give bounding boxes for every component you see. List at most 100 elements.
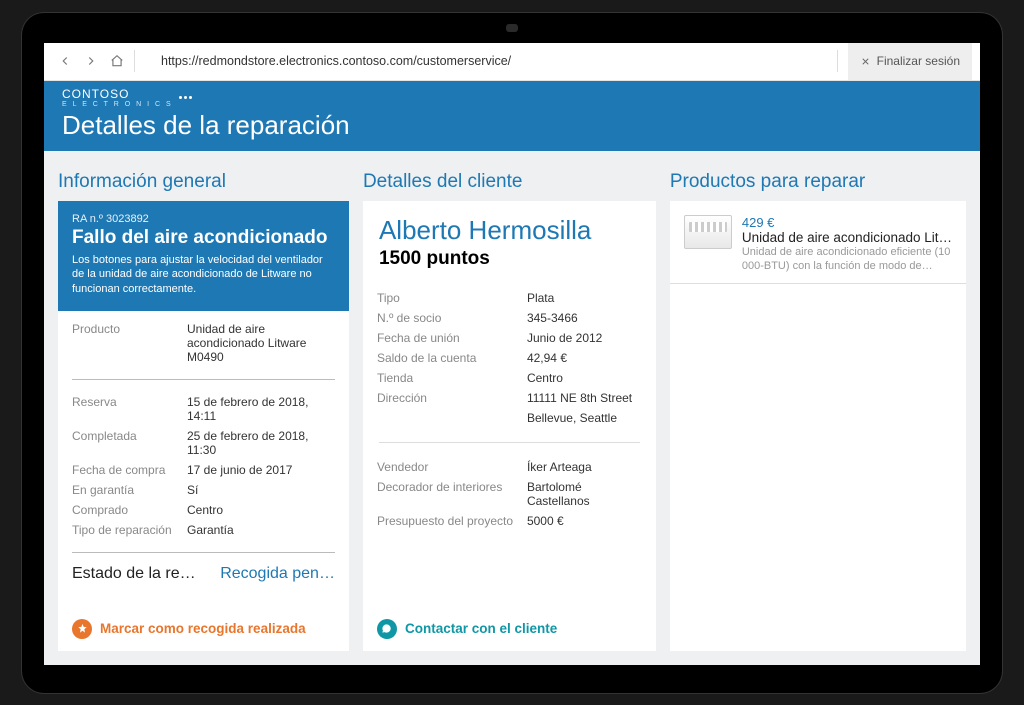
mark-collected-button[interactable]: Marcar como recogida realizada <box>58 607 349 651</box>
value: 25 de febrero de 2018, 11:30 <box>187 429 335 457</box>
ra-number: RA n.º 3023892 <box>72 213 335 225</box>
kv-row: Completada 25 de febrero de 2018, 11:30 <box>72 426 335 460</box>
kv-row: Dirección 11111 NE 8th Street <box>377 388 642 408</box>
value: Íker Arteaga <box>527 460 592 474</box>
value: 42,94 € <box>527 351 567 365</box>
close-session-label: Finalizar sesión <box>877 54 960 68</box>
forward-button[interactable] <box>78 48 104 74</box>
kv-row: Saldo de la cuenta 42,94 € <box>377 348 642 368</box>
mark-collected-label: Marcar como recogida realizada <box>100 621 306 636</box>
content-columns: Información general RA n.º 3023892 Fallo… <box>44 151 980 665</box>
ra-description: Los botones para ajustar la velocidad de… <box>72 253 335 298</box>
kv-row: Tipo de reparación Garantía <box>72 520 335 540</box>
products-heading: Productos para reparar <box>670 165 966 201</box>
product-item[interactable]: 429 € Unidad de aire acondicionado Lit… … <box>670 201 966 285</box>
label: Fecha de unión <box>377 331 527 345</box>
page-banner: CONTOSO E L E C T R O N I C S Detalles d… <box>44 81 980 151</box>
label: Reserva <box>72 395 187 423</box>
value: 11111 NE 8th Street <box>527 391 632 405</box>
separator <box>134 50 135 72</box>
brand-logo: CONTOSO E L E C T R O N I C S <box>62 87 962 108</box>
label: Tipo <box>377 291 527 305</box>
kv-row: Tipo Plata <box>377 288 642 308</box>
value: 345-3466 <box>527 311 578 325</box>
contact-icon <box>377 619 397 639</box>
tablet-camera <box>506 24 518 32</box>
browser-topbar: https://redmondstore.electronics.contoso… <box>44 43 980 81</box>
general-heading: Información general <box>58 165 349 201</box>
label: Fecha de compra <box>72 463 187 477</box>
tablet-frame: https://redmondstore.electronics.contoso… <box>22 13 1002 693</box>
status-row: Estado de la re… Recogida pen… <box>58 557 349 591</box>
kv-row: Reserva 15 de febrero de 2018, 14:11 <box>72 392 335 426</box>
contact-client-button[interactable]: Contactar con el cliente <box>363 607 656 651</box>
kv-row: Tienda Centro <box>377 368 642 388</box>
product-name: Unidad de aire acondicionado Lit… <box>742 230 952 245</box>
url-text: https://redmondstore.electronics.contoso… <box>161 54 511 68</box>
brand-dots-icon <box>179 96 192 99</box>
label: Dirección <box>377 391 527 405</box>
client-heading: Detalles del cliente <box>363 165 656 201</box>
ra-title: Fallo del aire acondicionado <box>72 227 335 249</box>
value: Centro <box>187 503 223 517</box>
divider <box>379 442 640 443</box>
ra-card: RA n.º 3023892 Fallo del aire acondicion… <box>58 201 349 312</box>
label: Decorador de interiores <box>377 480 527 508</box>
kv-row: Vendedor Íker Arteaga <box>377 457 642 477</box>
label: En garantía <box>72 483 187 497</box>
kv-row: Presupuesto del proyecto 5000 € <box>377 511 642 531</box>
divider <box>72 379 335 380</box>
label: Comprado <box>72 503 187 517</box>
separator <box>837 50 838 72</box>
value: Garantía <box>187 523 234 537</box>
value: Sí <box>187 483 198 497</box>
value: Centro <box>527 371 563 385</box>
kv-row-product: Producto Unidad de aire acondicionado Li… <box>72 319 335 367</box>
app-screen: https://redmondstore.electronics.contoso… <box>44 43 980 665</box>
kv-row: En garantía Sí <box>72 480 335 500</box>
kv-row: Comprado Centro <box>72 500 335 520</box>
product-thumbnail <box>684 215 732 249</box>
contact-client-label: Contactar con el cliente <box>405 621 557 636</box>
label <box>377 411 527 425</box>
status-value: Recogida pen… <box>220 565 335 583</box>
product-description: Unidad de aire acondicionado eficiente (… <box>742 245 952 274</box>
status-label: Estado de la re… <box>72 565 196 583</box>
url-bar[interactable]: https://redmondstore.electronics.contoso… <box>155 50 833 72</box>
product-price: 429 € <box>742 215 952 230</box>
close-icon <box>860 56 871 67</box>
back-button[interactable] <box>52 48 78 74</box>
kv-row: Fecha de unión Junio de 2012 <box>377 328 642 348</box>
value: 15 de febrero de 2018, 14:11 <box>187 395 335 423</box>
kv-row: Fecha de compra 17 de junio de 2017 <box>72 460 335 480</box>
value: 17 de junio de 2017 <box>187 463 292 477</box>
general-column: Información general RA n.º 3023892 Fallo… <box>58 165 349 651</box>
kv-row: N.º de socio 345-3466 <box>377 308 642 328</box>
client-points: 1500 puntos <box>363 248 656 280</box>
label: Vendedor <box>377 460 527 474</box>
divider <box>72 552 335 553</box>
value: Bartolomé Castellanos <box>527 480 642 508</box>
label: Presupuesto del proyecto <box>377 514 527 528</box>
label: Producto <box>72 322 187 364</box>
label: Saldo de la cuenta <box>377 351 527 365</box>
products-column: Productos para reparar 429 € Unidad de a… <box>670 165 966 651</box>
brand-name: CONTOSO <box>62 87 129 101</box>
close-session-button[interactable]: Finalizar sesión <box>848 43 972 80</box>
kv-row: Bellevue, Seattle <box>377 408 642 428</box>
label: Tipo de reparación <box>72 523 187 537</box>
home-button[interactable] <box>104 48 130 74</box>
value: Unidad de aire acondicionado Litware M04… <box>187 322 335 364</box>
label: N.º de socio <box>377 311 527 325</box>
label: Tienda <box>377 371 527 385</box>
label: Completada <box>72 429 187 457</box>
value: Bellevue, Seattle <box>527 411 617 425</box>
value: 5000 € <box>527 514 564 528</box>
brand-subtext: E L E C T R O N I C S <box>62 101 173 108</box>
value: Junio de 2012 <box>527 331 602 345</box>
value: Plata <box>527 291 554 305</box>
page-title: Detalles de la reparación <box>62 110 962 141</box>
client-name: Alberto Hermosilla <box>363 201 656 248</box>
star-icon <box>72 619 92 639</box>
client-column: Detalles del cliente Alberto Hermosilla … <box>363 165 656 651</box>
